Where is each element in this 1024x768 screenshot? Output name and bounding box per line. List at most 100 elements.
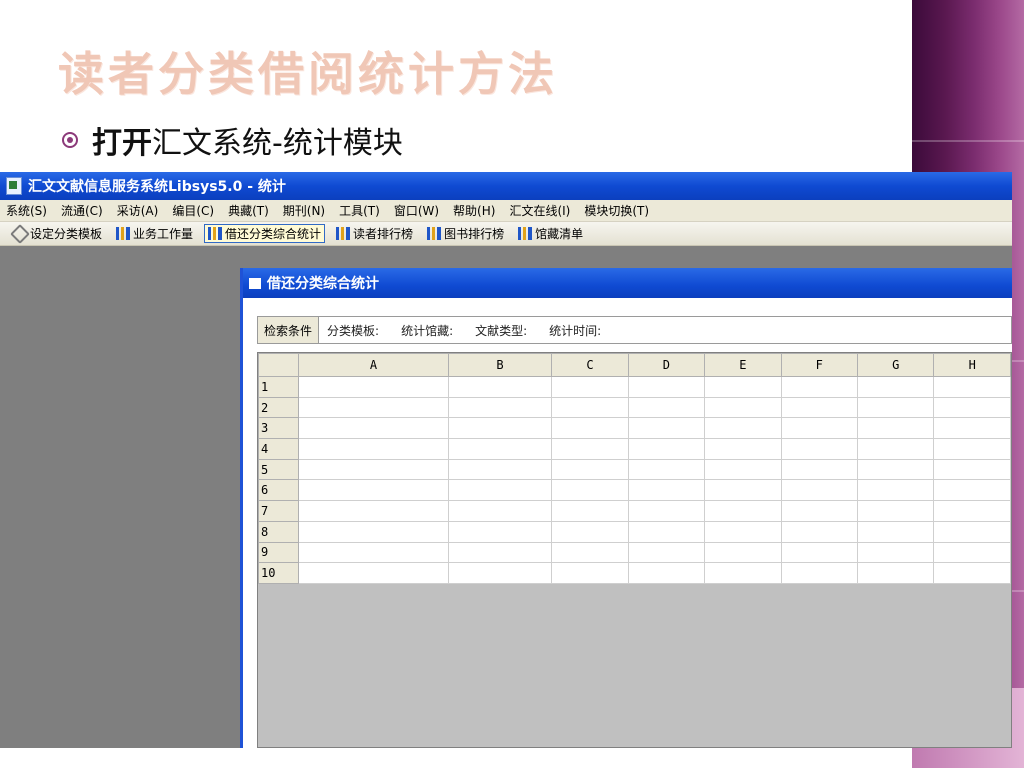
criteria-doc-type[interactable]: 文献类型: [475, 322, 527, 339]
grid-cell[interactable] [447, 438, 553, 460]
grid-cell[interactable] [627, 520, 706, 543]
column-header[interactable]: G [857, 353, 935, 377]
grid-cell[interactable] [627, 500, 706, 522]
grid-cell[interactable] [857, 562, 935, 584]
row-header[interactable]: 4 [257, 438, 300, 460]
grid-cell[interactable] [780, 376, 859, 398]
grid-cell[interactable] [627, 541, 706, 564]
grid-cell[interactable] [857, 376, 935, 398]
table-row[interactable]: 6 [257, 479, 1011, 502]
grid-cell[interactable] [933, 376, 1011, 398]
grid-cell[interactable] [551, 500, 629, 522]
grid-cell[interactable] [627, 417, 706, 440]
grid-cell[interactable] [298, 438, 449, 460]
grid-cell[interactable] [704, 479, 782, 502]
column-header[interactable]: F [780, 353, 859, 377]
menu-cataloging[interactable]: 编目(C) [172, 202, 214, 219]
menu-online[interactable]: 汇文在线(I) [509, 202, 570, 219]
grid-cell[interactable] [704, 500, 782, 522]
grid-cell[interactable] [627, 376, 706, 398]
grid-cell[interactable] [551, 417, 629, 440]
grid-cell[interactable] [447, 541, 553, 564]
grid-cell[interactable] [857, 500, 935, 522]
criteria-tab[interactable]: 检索条件 [258, 317, 320, 343]
grid-cell[interactable] [933, 541, 1011, 564]
grid-cell[interactable] [857, 541, 935, 564]
child-window-titlebar[interactable]: 借还分类综合统计 [243, 268, 1012, 298]
row-header[interactable]: 8 [257, 520, 300, 543]
criteria-template[interactable]: 分类模板: [327, 322, 379, 339]
grid-cell[interactable] [298, 376, 449, 398]
grid-cell[interactable] [933, 562, 1011, 584]
grid-cell[interactable] [551, 562, 629, 584]
grid-cell[interactable] [704, 376, 782, 398]
grid-cell[interactable] [551, 520, 629, 543]
row-header[interactable]: 7 [257, 500, 300, 522]
row-header[interactable]: 5 [257, 458, 300, 481]
grid-cell[interactable] [298, 479, 449, 502]
grid-cell[interactable] [933, 500, 1011, 522]
grid-cell[interactable] [704, 541, 782, 564]
column-header[interactable]: H [933, 353, 1011, 377]
grid-cell[interactable] [551, 376, 629, 398]
row-header[interactable]: 3 [257, 417, 300, 440]
grid-cell[interactable] [857, 479, 935, 502]
grid-cell[interactable] [298, 500, 449, 522]
menu-help[interactable]: 帮助(H) [453, 202, 495, 219]
grid-cell[interactable] [551, 541, 629, 564]
grid-cell[interactable] [933, 396, 1011, 419]
grid-cell[interactable] [704, 396, 782, 419]
grid-cell[interactable] [447, 417, 553, 440]
row-header[interactable]: 2 [257, 396, 300, 419]
grid-cell[interactable] [780, 562, 859, 584]
table-row[interactable]: 9 [257, 541, 1011, 564]
grid-cell[interactable] [298, 520, 449, 543]
workload-button[interactable]: 业务工作量 [113, 224, 196, 243]
grid-cell[interactable] [298, 417, 449, 440]
window-titlebar[interactable]: 汇文文献信息服务系统Libsys5.0 - 统计 [0, 172, 1012, 200]
grid-cell[interactable] [298, 396, 449, 419]
table-row[interactable]: 1 [257, 376, 1011, 398]
row-header[interactable]: 1 [257, 376, 300, 398]
grid-cell[interactable] [780, 458, 859, 481]
menu-collection[interactable]: 典藏(T) [228, 202, 269, 219]
column-header[interactable]: C [551, 353, 629, 377]
grid-cell[interactable] [780, 500, 859, 522]
grid-cell[interactable] [627, 562, 706, 584]
table-row[interactable]: 10 [257, 562, 1011, 584]
grid-cell[interactable] [704, 417, 782, 440]
grid-cell[interactable] [857, 396, 935, 419]
column-header[interactable]: A [298, 353, 449, 377]
grid-cell[interactable] [551, 396, 629, 419]
menu-circulation[interactable]: 流通(C) [61, 202, 103, 219]
criteria-time[interactable]: 统计时间: [549, 322, 601, 339]
grid-cell[interactable] [857, 417, 935, 440]
set-template-button[interactable]: 设定分类模板 [10, 223, 105, 244]
criteria-holdings[interactable]: 统计馆藏: [401, 322, 453, 339]
grid-cell[interactable] [447, 500, 553, 522]
grid-cell[interactable] [447, 562, 553, 584]
menu-tools[interactable]: 工具(T) [339, 202, 380, 219]
grid-cell[interactable] [780, 396, 859, 419]
grid-cell[interactable] [551, 479, 629, 502]
grid-cell[interactable] [298, 458, 449, 481]
grid-cell[interactable] [857, 438, 935, 460]
table-row[interactable]: 7 [257, 500, 1011, 522]
row-header[interactable]: 10 [257, 562, 300, 584]
grid-cell[interactable] [298, 541, 449, 564]
column-header[interactable]: D [627, 353, 706, 377]
book-ranking-button[interactable]: 图书排行榜 [424, 224, 507, 243]
grid-cell[interactable] [933, 479, 1011, 502]
grid-cell[interactable] [780, 541, 859, 564]
grid-cell[interactable] [627, 438, 706, 460]
grid-cell[interactable] [704, 438, 782, 460]
stats-grid[interactable]: A B C D E F G H 1 2 3 4 5 6 7 8 9 10 [257, 352, 1012, 748]
grid-cell[interactable] [551, 438, 629, 460]
grid-cell[interactable] [933, 520, 1011, 543]
grid-cell[interactable] [447, 396, 553, 419]
grid-cell[interactable] [447, 479, 553, 502]
grid-cell[interactable] [780, 438, 859, 460]
grid-cell[interactable] [933, 438, 1011, 460]
grid-cell[interactable] [704, 458, 782, 481]
grid-cell[interactable] [627, 479, 706, 502]
